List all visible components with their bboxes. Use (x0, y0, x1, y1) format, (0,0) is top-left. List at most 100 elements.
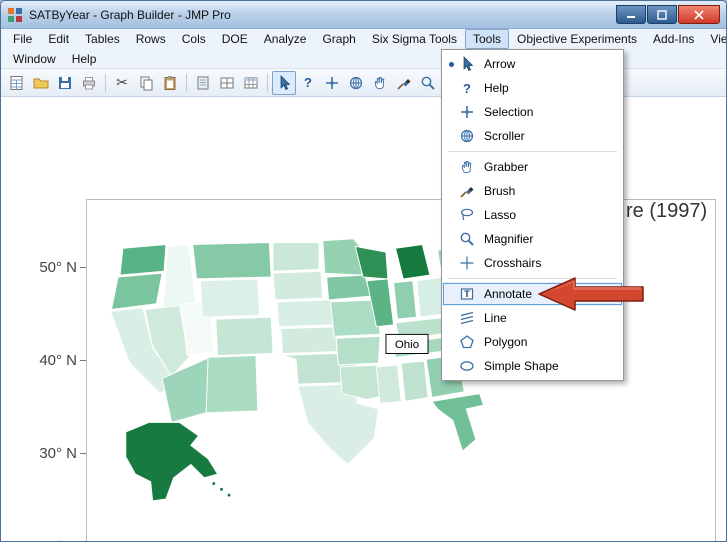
tools-dropdown-menu: Arrow ? Help Selection Scroller Grabber … (441, 49, 624, 381)
close-button[interactable] (678, 5, 720, 24)
menu-window[interactable]: Window (5, 49, 64, 69)
state-ak-island (219, 486, 224, 492)
red-callout-arrow-icon (538, 277, 644, 311)
ohio-annotation[interactable]: Ohio (385, 333, 429, 354)
tools-menu-item-arrow[interactable]: Arrow (442, 52, 623, 76)
menu-item-label: Help (484, 81, 509, 95)
state-fl (431, 393, 484, 452)
app-window: SATByYear - Graph Builder - JMP Pro File… (0, 0, 727, 542)
minimize-button[interactable] (616, 5, 646, 24)
close-icon (694, 9, 704, 20)
tools-menu-item-grabber[interactable]: Grabber (442, 155, 623, 179)
minimize-icon (627, 15, 635, 18)
annotate-icon: T (457, 284, 477, 304)
layout-icon[interactable] (215, 71, 239, 95)
tools-menu-item-lasso[interactable]: Lasso (442, 203, 623, 227)
simple-shape-icon (457, 356, 477, 376)
menu-six-sigma-tools[interactable]: Six Sigma Tools (364, 29, 465, 49)
state-nm (205, 354, 259, 414)
state-mi (395, 244, 431, 280)
menu-graph[interactable]: Graph (314, 29, 363, 49)
cut-icon[interactable]: ✂ (110, 71, 134, 95)
menu-view[interactable]: View (702, 29, 726, 49)
menu-analyze[interactable]: Analyze (256, 29, 315, 49)
state-ks (280, 326, 339, 354)
grabber-hand-icon (457, 157, 477, 177)
menu-item-label: Scroller (484, 129, 525, 143)
selection-icon (457, 102, 477, 122)
state-co (215, 316, 274, 356)
menu-item-label: Line (484, 311, 507, 325)
state-wa (119, 244, 167, 276)
tools-menu-item-polygon[interactable]: Polygon (442, 330, 623, 354)
line-icon (457, 308, 477, 328)
maximize-button[interactable] (647, 5, 677, 24)
tools-menu-item-help[interactable]: ? Help (442, 76, 623, 100)
state-or (110, 272, 163, 310)
state-mt (192, 242, 272, 280)
crosshairs-icon (457, 253, 477, 273)
state-ms (375, 364, 402, 404)
menu-tables[interactable]: Tables (77, 29, 128, 49)
tools-menu-item-brush[interactable]: Brush (442, 179, 623, 203)
brush-tool-icon[interactable] (392, 71, 416, 95)
paste-icon[interactable] (158, 71, 182, 95)
menu-tools[interactable]: Tools (464, 29, 509, 49)
tools-menu-item-magnifier[interactable]: Magnifier (442, 227, 623, 251)
menubar-row1: File Edit Tables Rows Cols DOE Analyze G… (1, 29, 726, 49)
graph-title-fragment: re (1997) (626, 200, 708, 222)
maximize-icon (657, 9, 667, 20)
y-tick (80, 453, 86, 454)
menu-item-label: Selection (484, 105, 534, 119)
save-icon[interactable] (53, 71, 77, 95)
data-table-icon[interactable] (239, 71, 263, 95)
menu-item-label: Crosshairs (484, 256, 542, 270)
grabber-tool-icon[interactable] (368, 71, 392, 95)
tools-menu-item-simple-shape[interactable]: Simple Shape (442, 354, 623, 378)
menu-item-label: Lasso (484, 208, 517, 222)
menu-objective-experiments[interactable]: Objective Experiments (509, 29, 645, 49)
menu-item-label: Brush (484, 184, 516, 198)
y-axis-label-20n: 20° N (23, 538, 77, 541)
toolbar-separator (105, 73, 106, 92)
state-ak-island (226, 492, 232, 498)
menu-file[interactable]: File (5, 29, 40, 49)
open-icon[interactable] (29, 71, 53, 95)
help-icon: ? (463, 80, 471, 96)
copy-icon[interactable] (134, 71, 158, 95)
arrow-tool-icon[interactable] (272, 70, 296, 95)
titlebar[interactable]: SATByYear - Graph Builder - JMP Pro (1, 1, 726, 29)
state-al (400, 360, 429, 402)
polygon-icon (457, 332, 477, 352)
tools-menu-item-scroller[interactable]: Scroller (442, 124, 623, 148)
help-tool-icon[interactable]: ? (296, 71, 320, 95)
arrow-cursor-icon (457, 54, 477, 74)
jmp-app-icon (7, 7, 23, 23)
menu-rows[interactable]: Rows (128, 29, 174, 49)
magnifier-tool-icon[interactable] (416, 71, 440, 95)
menu-doe[interactable]: DOE (214, 29, 256, 49)
tools-menu-item-selection[interactable]: Selection (442, 100, 623, 124)
menu-help[interactable]: Help (64, 49, 105, 69)
menu-item-label: Grabber (484, 160, 529, 174)
y-axis-label-50n: 50° N (39, 259, 77, 276)
menu-item-label: Annotate (484, 287, 533, 301)
y-tick (80, 267, 86, 268)
menu-add-ins[interactable]: Add-Ins (645, 29, 702, 49)
toolbar-separator (186, 73, 187, 92)
state-ia (326, 274, 372, 301)
tools-menu-item-crosshairs[interactable]: Crosshairs (442, 251, 623, 275)
menu-cols[interactable]: Cols (174, 29, 214, 49)
state-ak (125, 421, 219, 502)
state-sd (272, 270, 324, 301)
scroller-tool-icon[interactable] (344, 71, 368, 95)
y-axis-label-30n: 30° N (39, 445, 77, 462)
selection-tool-icon[interactable] (320, 71, 344, 95)
new-data-table-icon[interactable] (5, 71, 29, 95)
menu-item-label: Arrow (484, 57, 516, 71)
toolbar-separator (267, 73, 268, 92)
menu-edit[interactable]: Edit (40, 29, 77, 49)
journal-icon[interactable] (191, 71, 215, 95)
print-icon[interactable] (77, 71, 101, 95)
state-ak-island (211, 481, 217, 486)
